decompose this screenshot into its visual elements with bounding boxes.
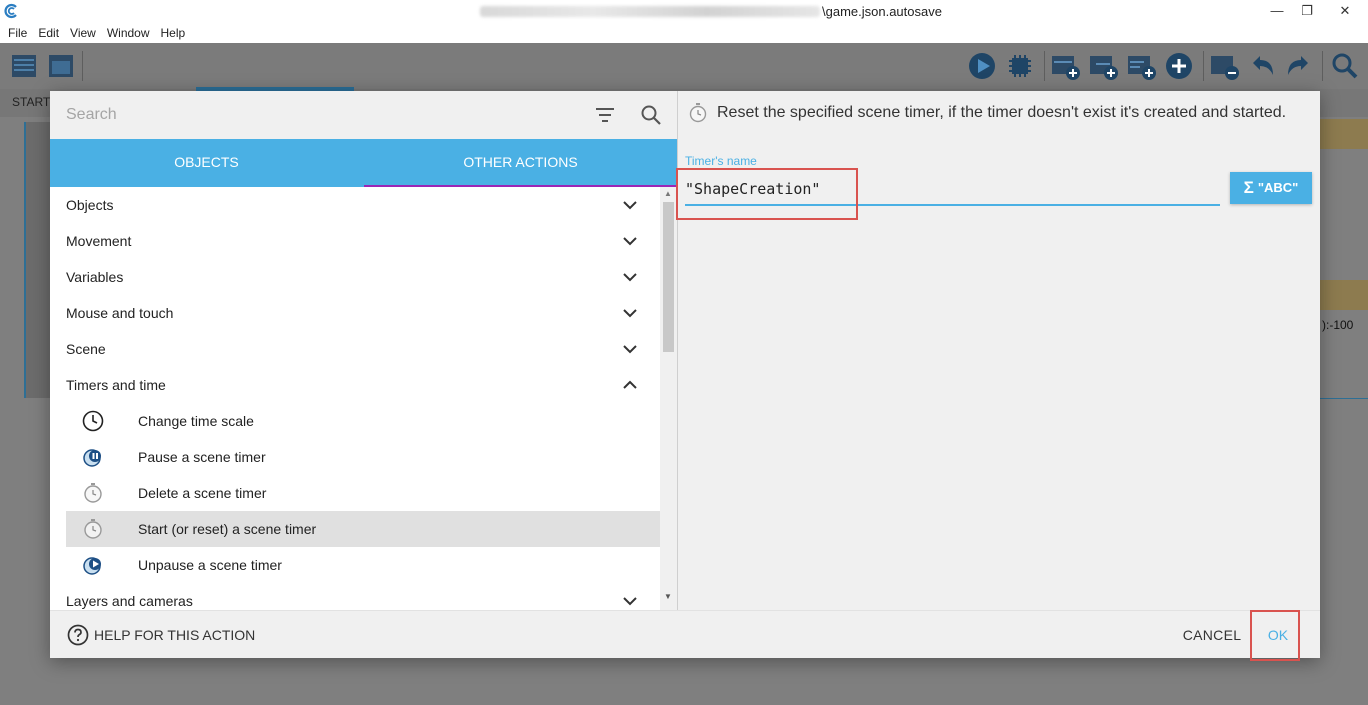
cancel-button[interactable]: CANCEL	[1176, 617, 1248, 653]
title-path-blurred	[480, 6, 820, 17]
action-label: Pause a scene timer	[138, 449, 266, 465]
action-label: Change time scale	[138, 413, 254, 429]
category-mouse-and-touch[interactable]: Mouse and touch	[50, 295, 660, 331]
category-label: Variables	[66, 269, 124, 285]
chevron-down-icon	[623, 345, 637, 354]
title-bar: \game.json.autosave — ❐ ✕	[0, 0, 1368, 22]
toolbar-separator	[1322, 51, 1323, 81]
timer-name-label: Timer's name	[685, 154, 757, 168]
scroll-down-arrow-icon[interactable]: ▼	[664, 592, 672, 601]
maximize-button[interactable]: ❐	[1292, 0, 1322, 22]
search-events-icon[interactable]	[1330, 51, 1360, 81]
app-logo-icon	[4, 3, 17, 19]
action-parameters-pane: Reset the specified scene timer, if the …	[676, 91, 1320, 610]
timer-name-input[interactable]	[685, 174, 1220, 206]
dialog-footer: HELP FOR THIS ACTION CANCEL OK	[50, 610, 1320, 661]
chevron-up-icon	[623, 380, 637, 389]
close-window-button[interactable]: ✕	[1322, 0, 1368, 22]
window-title: \game.json.autosave	[822, 4, 942, 19]
add-event-icon[interactable]	[1050, 51, 1080, 81]
action-label: Start (or reset) a scene timer	[138, 521, 317, 537]
action-label: Delete a scene timer	[138, 485, 267, 501]
search-input[interactable]	[66, 104, 566, 126]
scroll-up-arrow-icon[interactable]: ▲	[664, 189, 672, 198]
event-header-strip	[1320, 280, 1368, 310]
menu-edit[interactable]: Edit	[38, 26, 59, 40]
stopwatch-icon	[84, 519, 102, 539]
help-for-action-link[interactable]: HELP FOR THIS ACTION	[94, 627, 255, 643]
action-delete-scene-timer[interactable]: Delete a scene timer	[66, 475, 660, 511]
search-icon[interactable]	[640, 104, 662, 126]
chevron-down-icon	[623, 273, 637, 282]
search-bar	[50, 91, 677, 139]
minimize-button[interactable]: —	[1262, 0, 1292, 22]
category-label: Mouse and touch	[66, 305, 174, 321]
action-label: Unpause a scene timer	[138, 557, 282, 573]
chevron-down-icon	[623, 201, 637, 210]
action-start-reset-scene-timer[interactable]: Start (or reset) a scene timer	[66, 511, 660, 547]
chevron-down-icon	[623, 237, 637, 246]
action-chooser-pane: OBJECTS OTHER ACTIONS Objects Movement V…	[50, 91, 677, 610]
category-timers-and-time[interactable]: Timers and time	[50, 367, 660, 403]
category-scene[interactable]: Scene	[50, 331, 660, 367]
editor-tab-start[interactable]: START	[12, 95, 50, 109]
filter-icon[interactable]	[594, 105, 616, 125]
category-variables[interactable]: Variables	[50, 259, 660, 295]
category-label: Layers and cameras	[66, 593, 193, 609]
category-layers-and-cameras[interactable]: Layers and cameras	[50, 583, 660, 610]
chevron-down-icon	[623, 309, 637, 318]
category-label: Movement	[66, 233, 132, 249]
menu-help[interactable]: Help	[161, 26, 186, 40]
category-label: Timers and time	[66, 377, 166, 393]
category-objects[interactable]: Objects	[50, 187, 660, 223]
menu-bar: File Edit View Window Help	[0, 22, 1368, 43]
preview-play-icon[interactable]	[967, 51, 997, 81]
event-value-text: ):-100	[1322, 318, 1354, 332]
action-unpause-scene-timer[interactable]: Unpause a scene timer	[66, 547, 660, 583]
ok-button[interactable]: OK	[1253, 617, 1303, 653]
unpause-timer-icon	[83, 557, 101, 575]
project-manager-icon[interactable]	[9, 51, 39, 81]
redo-icon[interactable]	[1284, 51, 1314, 81]
expression-string-button[interactable]: Σ "ABC"	[1230, 172, 1312, 204]
toolbar-separator	[1203, 51, 1204, 81]
event-row-border	[1320, 398, 1368, 399]
tab-objects[interactable]: OBJECTS	[50, 139, 363, 187]
chooser-tabs: OBJECTS OTHER ACTIONS	[50, 139, 677, 187]
undo-icon[interactable]	[1247, 51, 1277, 81]
add-action-dialog: OBJECTS OTHER ACTIONS Objects Movement V…	[50, 91, 1320, 661]
add-comment-icon[interactable]	[1126, 51, 1156, 81]
action-pause-scene-timer[interactable]: Pause a scene timer	[66, 439, 660, 475]
add-sub-event-icon[interactable]	[1088, 51, 1118, 81]
events-sheet-left-column	[24, 122, 50, 398]
menu-view[interactable]: View	[70, 26, 96, 40]
stopwatch-icon	[84, 483, 102, 503]
category-label: Objects	[66, 197, 114, 213]
actions-list-scrollbar[interactable]: ▲ ▼	[660, 187, 677, 610]
help-icon[interactable]	[67, 624, 89, 646]
pause-timer-icon	[83, 449, 101, 467]
abc-label: "ABC"	[1257, 180, 1299, 195]
actions-list: Objects Movement Variables Mouse and tou…	[50, 187, 660, 610]
delete-event-icon[interactable]	[1209, 51, 1239, 81]
action-description: Reset the specified scene timer, if the …	[717, 104, 1287, 121]
clock-icon	[82, 410, 104, 432]
category-label: Scene	[66, 341, 106, 357]
action-change-time-scale[interactable]: Change time scale	[66, 403, 660, 439]
tab-other-actions[interactable]: OTHER ACTIONS	[364, 139, 677, 187]
event-header-strip	[1320, 119, 1368, 149]
sigma-icon: Σ	[1243, 178, 1254, 197]
toolbar-separator	[82, 51, 83, 81]
menu-window[interactable]: Window	[107, 26, 150, 40]
category-movement[interactable]: Movement	[50, 223, 660, 259]
toolbar-separator	[1044, 51, 1045, 81]
toolbar	[0, 43, 1368, 89]
scene-editor-icon[interactable]	[46, 51, 76, 81]
chevron-down-icon	[623, 597, 637, 606]
menu-file[interactable]: File	[8, 26, 27, 40]
scrollbar-thumb[interactable]	[663, 202, 674, 352]
debugger-chip-icon[interactable]	[1005, 51, 1035, 81]
stopwatch-icon	[689, 103, 707, 123]
add-more-icon[interactable]	[1164, 51, 1194, 81]
